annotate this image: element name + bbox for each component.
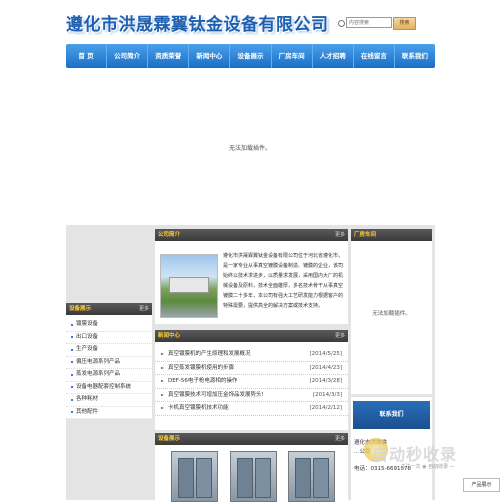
workshop-panel-title: 厂房车间 [354, 232, 377, 238]
news-date: [2014/5/25] [309, 351, 343, 357]
workshop-panel-header: 厂房车间 [351, 229, 432, 241]
news-title[interactable]: DEF-56电子枪电源相的操作 [168, 378, 237, 384]
news-item[interactable]: 卡机真空镀膜机技术功能 [2014/2/12] [155, 402, 348, 416]
news-more-link[interactable]: 更多 [335, 330, 345, 342]
contact-banner: 联系我们 [353, 401, 430, 429]
category-item[interactable]: 镀膜设备 [66, 319, 152, 332]
products-panel-title: 设备展示 [158, 436, 181, 442]
products-panel-header: 设备展示 更多 [155, 433, 348, 445]
news-item[interactable]: DEF-56电子枪电源相的操作 [2014/3/28] [155, 375, 348, 389]
news-item[interactable]: 真空蒸发镀膜机使用的步骤 [2014/4/23] [155, 362, 348, 375]
workshop-panel: 厂房车间 无法加载插件。 [351, 229, 432, 394]
company-photo[interactable] [160, 254, 218, 318]
watermark-overlay: 自动秒收录 — 关注一次 ◉ 自动收录 — 产品展示 [364, 436, 500, 500]
nav-news[interactable]: 新闻中心 [189, 44, 231, 68]
nav-workshop[interactable]: 厂房车间 [272, 44, 313, 68]
product-image[interactable] [288, 451, 335, 502]
nav-home[interactable]: 首 页 [66, 44, 108, 68]
about-panel: 公司简介 更多 遵化市洪晟霖翼钛金设备有限公司位于河北省遵化市，是一家专业从事真… [155, 229, 348, 324]
category-panel-header: 设备展示 更多 [66, 303, 152, 315]
nav-products[interactable]: 设备展示 [230, 44, 272, 68]
category-item[interactable]: 其他配件 [66, 407, 152, 419]
category-item[interactable]: 生产设备 [66, 344, 152, 357]
category-panel-title: 设备展示 [69, 306, 92, 312]
news-date: [2014/3/28] [309, 378, 343, 384]
watermark-title: 自动秒收录 [372, 445, 458, 464]
watermark-subtitle: — 关注一次 ◉ 自动收录 — [394, 464, 455, 470]
products-more-link[interactable]: 更多 [335, 433, 345, 445]
about-panel-title: 公司简介 [158, 232, 181, 238]
news-item[interactable]: 真空镀膜技术可增加压金饰品发展势头! [2014/3/3] [155, 389, 348, 402]
category-item[interactable]: 各种耗材 [66, 394, 152, 407]
category-item[interactable]: 偏压电源系列产品 [66, 357, 152, 369]
news-item[interactable]: 真空镀膜机的产生原理和发展概况 [2014/5/25] [155, 348, 348, 362]
category-more-link[interactable]: 更多 [139, 303, 149, 315]
news-title[interactable]: 真空镀膜机的产生原理和发展概况 [168, 351, 251, 357]
nav-about[interactable]: 公司简介 [107, 44, 149, 68]
news-date: [2014/3/3] [313, 391, 342, 398]
product-image[interactable] [230, 451, 277, 502]
category-item[interactable]: 出口设备 [66, 332, 152, 344]
products-panel: 设备展示 更多 [155, 433, 348, 502]
about-more-link[interactable]: 更多 [335, 229, 345, 241]
news-panel: 新闻中心 更多 真空镀膜机的产生原理和发展概况 [2014/5/25] 真空蒸发镀… [155, 330, 348, 430]
search-icon [338, 20, 345, 27]
nav-guestbook[interactable]: 在线留言 [354, 44, 395, 68]
site-title: 遵化市洪晟霖翼钛金设备有限公司 [66, 15, 329, 35]
nav-honors[interactable]: 资质荣誉 [148, 44, 190, 68]
category-item[interactable]: 设备电器配套控制系统 [66, 382, 152, 394]
news-panel-title: 新闻中心 [158, 333, 181, 339]
news-date: [2014/2/12] [309, 405, 343, 411]
main-nav: 首 页 公司简介 资质荣誉 新闻中心 设备展示 厂房车间 人才招聘 在线留言 联… [66, 44, 435, 68]
category-panel: 设备展示 更多 镀膜设备 出口设备 生产设备 偏压电源系列产品 蒸发电源系列产品… [66, 303, 152, 419]
about-panel-header: 公司简介 更多 [155, 229, 348, 241]
about-text: 遵化市洪晟霖翼钛金设备有限公司位于河北省遵化市，是一家专业从事真空镀膜设备制造、… [223, 253, 344, 309]
product-showcase-badge[interactable]: 产品展示 [463, 478, 500, 492]
workshop-plugin-message: 无法加载插件。 [372, 311, 411, 317]
news-title[interactable]: 卡机真空镀膜机技术功能 [168, 405, 229, 411]
banner-plugin-message: 无法加载插件。 [228, 145, 271, 152]
news-panel-header: 新闻中心 更多 [155, 330, 348, 342]
search-button[interactable]: 搜索 [393, 17, 416, 30]
category-item[interactable]: 蒸发电源系列产品 [66, 369, 152, 382]
search-input[interactable] [346, 17, 392, 28]
news-title[interactable]: 真空蒸发镀膜机使用的步骤 [168, 365, 234, 371]
product-image[interactable] [171, 451, 218, 502]
nav-contact[interactable]: 联系我们 [395, 44, 435, 68]
nav-jobs[interactable]: 人才招聘 [313, 44, 354, 68]
news-title[interactable]: 真空镀膜技术可增加压金饰品发展势头! [168, 392, 264, 398]
news-date: [2014/4/23] [309, 364, 343, 371]
